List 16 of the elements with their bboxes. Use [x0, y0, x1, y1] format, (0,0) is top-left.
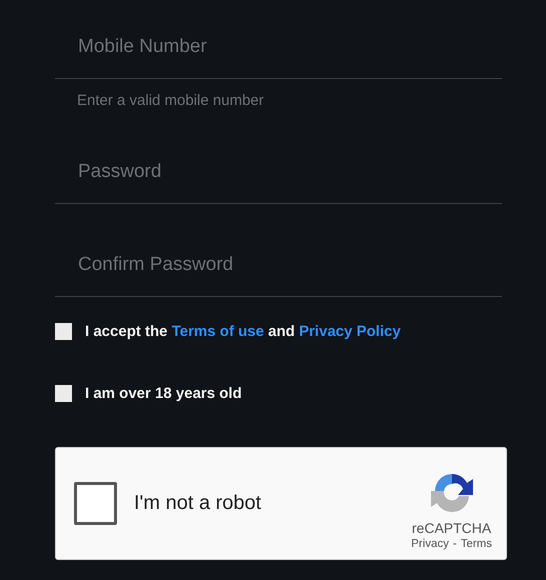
- field-hint: Enter a valid mobile number: [76, 91, 265, 111]
- checkbox[interactable]: [55, 385, 72, 402]
- captcha-label: I'm not a robot: [134, 492, 262, 515]
- checkbox[interactable]: [55, 323, 72, 340]
- captcha-checkbox[interactable]: [74, 482, 117, 525]
- terms-link[interactable]: Terms: [460, 538, 492, 550]
- checkbox-label: I am over 18 years old: [85, 385, 242, 402]
- policy-link[interactable]: Privacy Policy: [298, 323, 401, 340]
- input-field[interactable]: Mobile Number: [55, 15, 502, 79]
- brand-label: reCAPTCHA: [412, 520, 492, 536]
- separator: -: [452, 538, 457, 550]
- checkbox-label: I accept the Terms of use and Privacy Policy: [85, 323, 401, 340]
- policy-link[interactable]: Terms of use: [172, 323, 264, 340]
- input-field[interactable]: Password: [55, 140, 502, 204]
- privacy-link[interactable]: Privacy: [411, 538, 449, 550]
- input-field[interactable]: Confirm Password: [55, 233, 502, 297]
